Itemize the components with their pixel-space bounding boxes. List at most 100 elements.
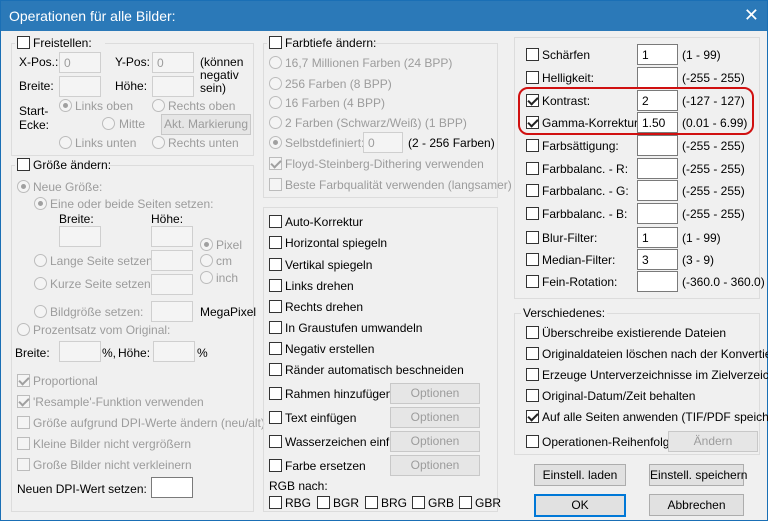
replace-color-checkbox[interactable] <box>269 459 282 472</box>
rgb-gbr-checkbox[interactable] <box>459 496 472 509</box>
dpi-resize-checkbox[interactable] <box>17 416 30 429</box>
one-side-radio[interactable] <box>34 197 47 210</box>
percent-height-input[interactable] <box>153 341 195 362</box>
new-size-radio[interactable] <box>17 180 30 193</box>
corner-center-radio[interactable] <box>102 117 115 130</box>
long-side-radio[interactable] <box>34 254 47 267</box>
ok-button[interactable]: OK <box>534 494 626 517</box>
resize-width-input[interactable] <box>59 226 101 247</box>
resample-checkbox[interactable] <box>17 395 30 408</box>
resize-checkbox[interactable] <box>17 158 30 171</box>
adjust-checkbox-schärfen[interactable] <box>526 48 539 61</box>
adjust-input-fein-rotation[interactable] <box>637 271 678 292</box>
adjust-checkbox-farbbalanc-b[interactable] <box>526 207 539 220</box>
overwrite-checkbox[interactable] <box>526 326 539 339</box>
short-side-radio[interactable] <box>34 277 47 290</box>
proportional-checkbox[interactable] <box>17 374 30 387</box>
rgb-grb-checkbox[interactable] <box>412 496 425 509</box>
crop-checkbox[interactable] <box>17 36 30 49</box>
percent-radio[interactable] <box>17 323 30 336</box>
short-side-input[interactable] <box>151 274 193 295</box>
picture-size-radio[interactable] <box>34 305 47 318</box>
rotate-right-checkbox[interactable] <box>269 300 282 313</box>
corner-top-left-radio[interactable] <box>59 99 72 112</box>
text-checkbox[interactable] <box>269 411 282 424</box>
depth-4bpp-radio[interactable] <box>269 96 282 109</box>
autocrop-checkbox[interactable] <box>269 363 282 376</box>
watermark-options-button[interactable]: Optionen <box>390 431 480 452</box>
frame-options-button[interactable]: Optionen <box>390 383 480 404</box>
auto-correct-label: Auto-Korrektur <box>285 215 364 229</box>
adjust-checkbox-farbbalanc-g[interactable] <box>526 184 539 197</box>
rgb-rbg-checkbox[interactable] <box>269 496 282 509</box>
no-enlarge-checkbox[interactable] <box>17 437 30 450</box>
adjust-input-schärfen[interactable]: 1 <box>637 44 678 65</box>
cancel-button[interactable]: Abbrechen <box>649 494 744 516</box>
long-side-input[interactable] <box>151 250 193 271</box>
corner-bottom-left-radio[interactable] <box>59 136 72 149</box>
depth-8bpp-radio[interactable] <box>269 77 282 90</box>
adjust-input-farbbalanc-b[interactable] <box>637 203 678 224</box>
delete-originals-checkbox[interactable] <box>526 347 539 360</box>
text-options-button[interactable]: Optionen <box>390 407 480 428</box>
color-depth-checkbox[interactable] <box>269 36 282 49</box>
ops-order-checkbox[interactable] <box>526 435 539 448</box>
frame-checkbox[interactable] <box>269 387 282 400</box>
depth-custom-radio[interactable] <box>269 136 282 149</box>
resize-height-input[interactable] <box>151 226 193 247</box>
current-mark-button[interactable]: Akt. Markierung <box>161 114 251 135</box>
adjust-input-farbsättigung[interactable] <box>637 135 678 156</box>
corner-top-right-radio[interactable] <box>152 99 165 112</box>
xpos-input[interactable]: 0 <box>59 52 101 73</box>
adjust-input-median-filter[interactable]: 3 <box>637 249 678 270</box>
no-shrink-checkbox[interactable] <box>17 458 30 471</box>
auto-correct-checkbox[interactable] <box>269 215 282 228</box>
vflip-checkbox[interactable] <box>269 258 282 271</box>
ypos-input[interactable]: 0 <box>152 52 194 73</box>
adjust-checkbox-farbbalanc-r[interactable] <box>526 162 539 175</box>
adjust-input-farbbalanc-g[interactable] <box>637 180 678 201</box>
rgb-brg-checkbox[interactable] <box>365 496 378 509</box>
depth-custom-input[interactable]: 0 <box>363 132 403 153</box>
adjust-checkbox-farbsättigung[interactable] <box>526 139 539 152</box>
adjust-range-farbbalanc-r: (-255 - 255) <box>682 162 745 176</box>
rotate-left-checkbox[interactable] <box>269 279 282 292</box>
ops-order-change-button[interactable]: Ändern <box>668 431 758 452</box>
grayscale-label: In Graustufen umwandeln <box>285 321 423 335</box>
load-settings-button[interactable]: Einstell. laden <box>534 464 626 486</box>
new-dpi-input[interactable] <box>151 477 193 498</box>
hflip-checkbox[interactable] <box>269 236 282 249</box>
all-pages-checkbox[interactable] <box>526 410 539 423</box>
adjust-input-helligkeit[interactable] <box>637 67 678 88</box>
keep-date-checkbox[interactable] <box>526 389 539 402</box>
close-icon[interactable]: ✕ <box>744 5 759 26</box>
depth-1bpp-radio[interactable] <box>269 116 282 129</box>
unit-inch-radio[interactable] <box>200 271 213 284</box>
dither-checkbox[interactable] <box>269 157 282 170</box>
adjust-checkbox-blur-filter[interactable] <box>526 231 539 244</box>
percent-width-input[interactable] <box>59 341 101 362</box>
adjust-input-farbbalanc-r[interactable] <box>637 158 678 179</box>
adjust-input-blur-filter[interactable]: 1 <box>637 227 678 248</box>
watermark-checkbox[interactable] <box>269 435 282 448</box>
corner-bottom-right-radio[interactable] <box>152 136 165 149</box>
best-quality-label: Beste Farbqualität verwenden (langsamer) <box>285 178 512 192</box>
subdirs-checkbox[interactable] <box>526 368 539 381</box>
picture-size-input[interactable] <box>151 301 193 322</box>
negative-checkbox[interactable] <box>269 342 282 355</box>
best-quality-checkbox[interactable] <box>269 178 282 191</box>
adjust-checkbox-fein-rotation[interactable] <box>526 275 539 288</box>
save-settings-button[interactable]: Einstell. speichern <box>649 464 747 486</box>
percent-unit-2: % <box>197 346 208 360</box>
replace-color-options-button[interactable]: Optionen <box>390 455 480 476</box>
unit-cm-label: cm <box>216 254 232 268</box>
rgb-bgr-checkbox[interactable] <box>317 496 330 509</box>
grayscale-checkbox[interactable] <box>269 321 282 334</box>
crop-width-input[interactable] <box>59 76 101 97</box>
adjust-checkbox-helligkeit[interactable] <box>526 71 539 84</box>
adjust-checkbox-median-filter[interactable] <box>526 253 539 266</box>
unit-cm-radio[interactable] <box>200 254 213 267</box>
crop-height-input[interactable] <box>152 76 194 97</box>
unit-pixel-radio[interactable] <box>200 238 213 251</box>
depth-24bpp-radio[interactable] <box>269 56 282 69</box>
